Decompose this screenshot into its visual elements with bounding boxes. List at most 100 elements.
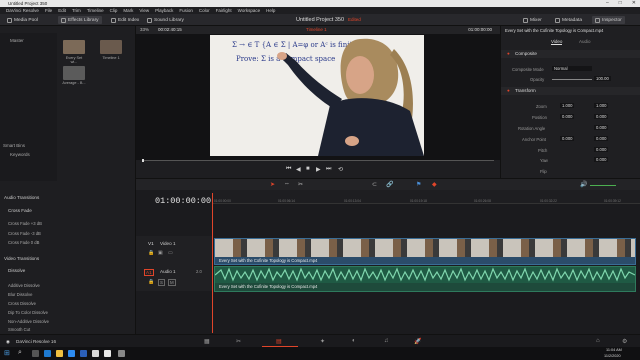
effect-item[interactable]: Cross Fade -3 dB <box>8 231 41 236</box>
menu-workspace[interactable]: Workspace <box>238 8 260 13</box>
effect-item[interactable]: Cross Fade 0 dB <box>8 240 39 245</box>
flag-icon[interactable]: ⚑ <box>416 181 421 188</box>
position-y-value[interactable]: 0.000 <box>594 114 609 119</box>
v1-track-name[interactable]: Video 1 <box>160 241 176 246</box>
menu-playback[interactable]: Playback <box>155 8 173 13</box>
timeline-selector[interactable]: Timeline 1 <box>306 27 327 32</box>
menu-clip[interactable]: Clip <box>110 8 118 13</box>
tab-video[interactable]: Video <box>551 39 563 45</box>
anchor-x-value[interactable]: 0.000 <box>560 136 575 141</box>
windows-start-icon[interactable]: ⊞ <box>4 349 10 357</box>
bin-master[interactable]: Master <box>10 38 24 43</box>
app-icon[interactable] <box>104 350 111 357</box>
store-icon[interactable] <box>68 350 75 357</box>
inspector-button[interactable]: Inspector <box>592 16 625 24</box>
home-icon[interactable]: ⌂ <box>596 338 600 344</box>
fusion-page-icon[interactable]: ✦ <box>320 338 325 345</box>
a1-track-name[interactable]: Audio 1 <box>160 269 176 274</box>
edit-index-button[interactable]: Edit Index <box>108 16 142 24</box>
settings-icon[interactable]: ⚙ <box>622 338 627 345</box>
opacity-value[interactable]: 100.00 <box>594 76 611 81</box>
scrubber[interactable] <box>142 160 494 161</box>
clip-thumbnail[interactable] <box>63 66 85 80</box>
zoom-level[interactable]: 33% <box>140 27 149 32</box>
go-to-start-icon[interactable]: ⏮ <box>286 166 291 173</box>
composite-mode-select[interactable]: Normal <box>552 66 592 71</box>
play-reverse-icon[interactable]: ◀ <box>296 166 301 173</box>
menu-view[interactable]: View <box>139 8 149 13</box>
video-clip[interactable]: Every Set with the Cofinite Topology is … <box>214 238 636 265</box>
menu-edit[interactable]: Edit <box>58 8 66 13</box>
scrub-handle[interactable] <box>142 159 144 162</box>
file-explorer-icon[interactable] <box>56 350 63 357</box>
transform-toggle-icon[interactable]: ● <box>507 88 510 93</box>
menu-timeline[interactable]: Timeline <box>87 8 104 13</box>
menu-davinci[interactable]: DaVinci Resolve <box>6 8 39 13</box>
position-x-value[interactable]: 0.000 <box>560 114 575 119</box>
audio-transitions-category[interactable]: Audio Transitions <box>4 195 39 200</box>
mail-icon[interactable] <box>80 350 87 357</box>
snapping-icon[interactable]: ⊂ <box>372 181 377 188</box>
go-to-end-icon[interactable]: ⏭ <box>326 166 331 173</box>
blade-tool-icon[interactable]: ✂ <box>298 181 303 188</box>
menu-color[interactable]: Color <box>199 8 210 13</box>
menu-mark[interactable]: Mark <box>123 8 133 13</box>
menu-help[interactable]: Help <box>266 8 275 13</box>
effect-item[interactable]: Additive Dissolve <box>8 283 40 288</box>
play-icon[interactable]: ▶ <box>316 166 321 173</box>
clip-thumbnail[interactable] <box>63 40 85 54</box>
trim-tool-icon[interactable]: ⇔ <box>284 181 290 187</box>
menu-file[interactable]: File <box>45 8 52 13</box>
video-frame[interactable]: Σ → ∈ T {A ∈ Σ | A=φ or Aᶜ is finite Pro… <box>210 35 424 156</box>
volume-slider[interactable] <box>590 185 616 186</box>
effects-library-button[interactable]: Effects Library <box>58 16 102 24</box>
media-pool-button[interactable]: Media Pool <box>4 16 41 24</box>
sound-library-button[interactable]: Sound Library <box>144 16 187 24</box>
deliver-page-icon[interactable]: 🚀 <box>414 338 421 345</box>
composite-toggle-icon[interactable]: ● <box>507 51 510 56</box>
loop-icon[interactable]: ⟲ <box>338 166 343 173</box>
marker-icon[interactable]: ◆ <box>432 181 437 188</box>
anchor-y-value[interactable]: 0.000 <box>594 136 609 141</box>
menu-trim[interactable]: Trim <box>72 8 81 13</box>
rotation-value[interactable]: 0.000 <box>594 125 609 130</box>
tab-audio[interactable]: Audio <box>579 39 591 44</box>
minimize-icon[interactable]: – <box>606 0 609 6</box>
auto-select-icon[interactable]: ▣ <box>158 250 163 256</box>
zoom-y-value[interactable]: 1.000 <box>594 103 609 108</box>
fairlight-page-icon[interactable]: ♫ <box>384 338 389 344</box>
task-view-icon[interactable] <box>32 350 39 357</box>
menu-fusion[interactable]: Fusion <box>179 8 193 13</box>
opacity-slider[interactable] <box>552 79 592 80</box>
close-icon[interactable]: ✕ <box>632 0 636 6</box>
edge-icon[interactable] <box>44 350 51 357</box>
playhead[interactable] <box>212 193 213 333</box>
resolve-taskbar-icon[interactable] <box>92 350 99 357</box>
effect-item[interactable]: Cross Dissolve <box>8 301 36 306</box>
metadata-button[interactable]: Metadata <box>552 16 585 24</box>
media-page-icon[interactable]: ▦ <box>204 338 210 345</box>
effect-item[interactable]: Dip To Color Dissolve <box>8 310 48 315</box>
maximize-icon[interactable]: □ <box>619 0 622 6</box>
cut-page-icon[interactable]: ✂ <box>236 338 241 345</box>
stop-icon[interactable]: ■ <box>306 166 310 172</box>
effect-item[interactable]: Smooth Cut <box>8 327 30 332</box>
pitch-value[interactable]: 0.000 <box>594 147 609 152</box>
search-icon[interactable]: ⌕ <box>18 349 22 357</box>
link-icon[interactable]: 🔗 <box>386 181 393 188</box>
solo-icon[interactable]: S <box>158 279 165 286</box>
app-icon[interactable] <box>118 350 125 357</box>
clock-date[interactable]: 11/2/2020 <box>604 354 621 358</box>
track-visibility-icon[interactable]: ▭ <box>168 250 173 256</box>
mute-icon[interactable]: M <box>168 279 176 286</box>
clock-time[interactable]: 11:04 AM <box>606 348 622 352</box>
effect-item[interactable]: Non-Additive Dissolve <box>8 319 49 324</box>
color-page-icon[interactable]: ◐ <box>352 338 356 344</box>
lock-icon[interactable]: 🔒 <box>148 279 154 285</box>
mixer-button[interactable]: Mixer <box>520 16 545 24</box>
zoom-x-value[interactable]: 1.000 <box>560 103 575 108</box>
selection-tool-icon[interactable]: ➤ <box>270 181 275 188</box>
lock-icon[interactable]: 🔒 <box>148 250 154 256</box>
video-transitions-category[interactable]: Video Transitions <box>4 256 39 261</box>
menu-fairlight[interactable]: Fairlight <box>216 8 232 13</box>
